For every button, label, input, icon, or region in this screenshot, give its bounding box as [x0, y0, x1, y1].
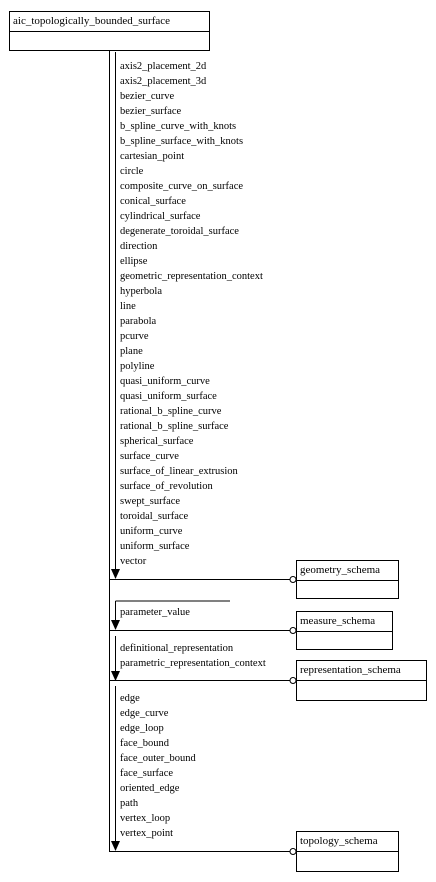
entity-list-item[interactable]: surface_of_revolution	[120, 479, 263, 494]
entity-list-item[interactable]: edge	[120, 691, 196, 706]
entity-list-item[interactable]: face_surface	[120, 766, 196, 781]
entity-list-item[interactable]: definitional_representation	[120, 641, 266, 656]
topology-schema-title: topology_schema	[297, 832, 398, 852]
entity-list-item[interactable]: direction	[120, 239, 263, 254]
geometry-schema-title: geometry_schema	[297, 561, 398, 581]
entity-list-item[interactable]: surface_of_linear_extrusion	[120, 464, 263, 479]
entity-list-item[interactable]: edge_curve	[120, 706, 196, 721]
geometry-arrow-icon	[111, 569, 120, 579]
main-entity-box[interactable]: aic_topologically_bounded_surface	[9, 11, 210, 51]
entity-list-item[interactable]: geometric_representation_context	[120, 269, 263, 284]
entity-list-item[interactable]: b_spline_surface_with_knots	[120, 134, 263, 149]
entity-list-item[interactable]: spherical_surface	[120, 434, 263, 449]
entity-list-item[interactable]: cylindrical_surface	[120, 209, 263, 224]
entity-list-item[interactable]: composite_curve_on_surface	[120, 179, 263, 194]
entity-list-item[interactable]: parameter_value	[120, 605, 190, 620]
entity-list-item[interactable]: cartesian_point	[120, 149, 263, 164]
topology-item-list: edge edge_curve edge_loop face_bound face_ou…	[120, 691, 196, 841]
representation-schema-box[interactable]: representation_schema	[296, 660, 427, 701]
entity-list-item[interactable]: polyline	[120, 359, 263, 374]
geometry-item-list: axis2_placement_2d axis2_placement_3d bezi…	[120, 59, 263, 569]
entity-list-item[interactable]: hyperbola	[120, 284, 263, 299]
representation-schema-title: representation_schema	[297, 661, 426, 681]
entity-list-item[interactable]: line	[120, 299, 263, 314]
main-entity-title: aic_topologically_bounded_surface	[10, 12, 209, 32]
entity-list-item[interactable]: swept_surface	[120, 494, 263, 509]
entity-list-item[interactable]: quasi_uniform_curve	[120, 374, 263, 389]
entity-list-item[interactable]: pcurve	[120, 329, 263, 344]
entity-list-item[interactable]: plane	[120, 344, 263, 359]
entity-list-item[interactable]: ellipse	[120, 254, 263, 269]
entity-list-item[interactable]: toroidal_surface	[120, 509, 263, 524]
entity-list-item[interactable]: oriented_edge	[120, 781, 196, 796]
entity-list-item[interactable]: axis2_placement_2d	[120, 59, 263, 74]
entity-list-item[interactable]: vertex_point	[120, 826, 196, 841]
entity-list-item[interactable]: b_spline_curve_with_knots	[120, 119, 263, 134]
entity-list-item[interactable]: rational_b_spline_surface	[120, 419, 263, 434]
entity-list-item[interactable]: parabola	[120, 314, 263, 329]
entity-list-item[interactable]: rational_b_spline_curve	[120, 404, 263, 419]
measure-schema-box[interactable]: measure_schema	[296, 611, 393, 650]
entity-list-item[interactable]: uniform_surface	[120, 539, 263, 554]
entity-list-item[interactable]: vertex_loop	[120, 811, 196, 826]
topology-arrow-icon	[111, 841, 120, 851]
measure-item-list: parameter_value	[120, 605, 190, 620]
entity-list-item[interactable]: conical_surface	[120, 194, 263, 209]
representation-arrow-icon	[111, 671, 120, 681]
entity-list-item[interactable]: axis2_placement_3d	[120, 74, 263, 89]
entity-list-item[interactable]: quasi_uniform_surface	[120, 389, 263, 404]
entity-list-item[interactable]: edge_loop	[120, 721, 196, 736]
entity-list-item[interactable]: vector	[120, 554, 263, 569]
entity-list-item[interactable]: parametric_representation_context	[120, 656, 266, 671]
entity-list-item[interactable]: surface_curve	[120, 449, 263, 464]
measure-schema-title: measure_schema	[297, 612, 392, 632]
entity-list-item[interactable]: degenerate_toroidal_surface	[120, 224, 263, 239]
measure-arrow-icon	[111, 620, 120, 630]
representation-item-list: definitional_representation parametric_re…	[120, 641, 266, 671]
entity-list-item[interactable]: bezier_surface	[120, 104, 263, 119]
entity-list-item[interactable]: path	[120, 796, 196, 811]
entity-list-item[interactable]: face_outer_bound	[120, 751, 196, 766]
entity-list-item[interactable]: uniform_curve	[120, 524, 263, 539]
entity-list-item[interactable]: circle	[120, 164, 263, 179]
geometry-schema-box[interactable]: geometry_schema	[296, 560, 399, 599]
topology-schema-box[interactable]: topology_schema	[296, 831, 399, 872]
entity-list-item[interactable]: face_bound	[120, 736, 196, 751]
entity-list-item[interactable]: bezier_curve	[120, 89, 263, 104]
